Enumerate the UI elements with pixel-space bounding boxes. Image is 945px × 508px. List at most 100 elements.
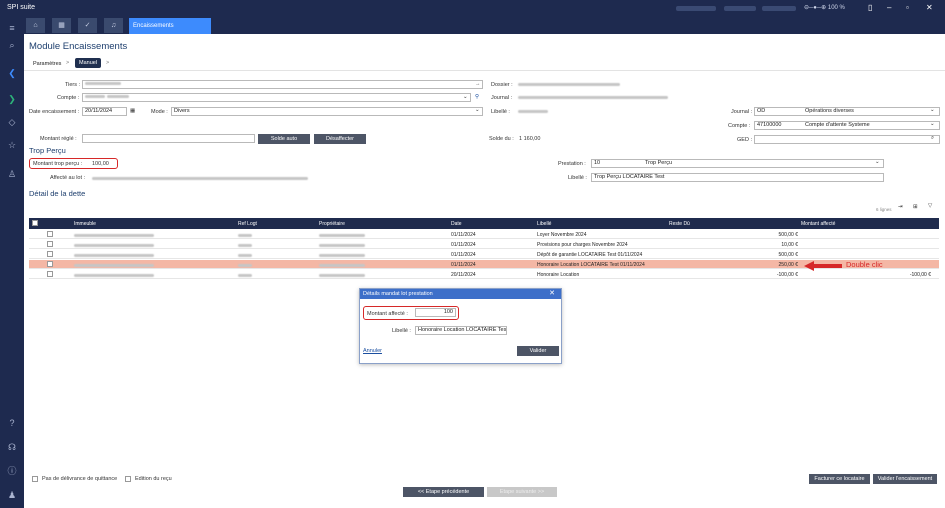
libelle-cell: Honoraire Location [537,272,580,278]
prev-step-button[interactable]: << Etape précédente [403,487,484,497]
col-proprietaire[interactable]: Propriétaire [319,221,345,227]
desaffecter-button[interactable]: Désaffecter [314,134,366,144]
dialog-title: Détails mandat lot prestation [360,289,561,299]
details-dialog: Détails mandat lot prestation ✕ Montant … [359,288,562,364]
help-icon[interactable]: ? [5,416,19,430]
quittance-checkbox[interactable] [32,476,38,482]
montant-regle-input[interactable] [82,134,255,143]
home-icon[interactable]: ⌂ [26,18,45,33]
compte2-label: Compte : [728,123,751,129]
double-click-annotation: Double clic [846,260,883,269]
close-icon[interactable]: ✕ [926,3,933,12]
ged-input[interactable] [754,135,940,144]
search-icon[interactable]: ⌕ [5,38,19,52]
facturer-button[interactable]: Facturer ce locataire [809,474,870,484]
tiers-field[interactable] [82,80,483,89]
annuler-link[interactable]: Annuler [363,348,382,354]
affecte-lot-label: Affecté au lot : [50,175,86,181]
close-icon[interactable]: ✕ [549,289,555,297]
next-step-button[interactable]: Etape suivante >> [487,487,557,497]
calendar-icon[interactable]: ▦ [130,108,135,114]
affecte-lot-value [92,176,308,182]
col-montant-affecte[interactable]: Montant affecté [801,221,835,227]
main-content: Module Encaissements Paramètres > Manuel… [24,34,945,508]
table-row[interactable]: 01/11/2024 Provisions pour charges Novem… [29,240,939,249]
info-icon[interactable]: ⓘ [5,464,19,478]
mode-select[interactable]: Divers [171,107,483,116]
row-checkbox[interactable] [47,231,53,237]
reste-cell: 500,00 € [778,232,798,238]
affecte-cell[interactable]: -100,00 € [910,272,931,278]
arrow-right-icon[interactable]: ❯ [5,92,19,106]
diamond-icon[interactable]: ◇ [5,115,19,129]
sidebar: ≡ ⌕ ❮ ❯ ◇ ☆ ♙ ? ☊ ⓘ ♟ [0,18,24,508]
col-libelle[interactable]: Libellé [537,221,551,227]
chevron-down-icon[interactable]: ⌄ [875,159,880,165]
menu-icon[interactable]: ≡ [5,21,19,35]
compte-select[interactable] [82,93,471,102]
col-reste-du[interactable]: Reste Dû [669,221,690,227]
compte2-select[interactable]: 47100000 Compte d'attente Systeme [754,121,940,130]
valider-encaissement-button[interactable]: Valider l'encaissement [873,474,937,484]
prestation-select[interactable]: 10 Trop Perçu [591,159,884,168]
chevron-down-icon[interactable]: ⌄ [930,121,935,127]
bell-icon[interactable]: ♫ [104,18,123,33]
recu-checkbox[interactable] [125,476,131,482]
page-title: Module Encaissements [29,41,128,52]
zoom-level[interactable]: ⊖─●─⊕ 100 % [804,4,845,11]
arrow-left-icon[interactable]: ❮ [5,66,19,80]
table-row[interactable]: 20/11/2024 Honoraire Location -100,00 € … [29,270,939,279]
document-icon[interactable]: ▯ [868,3,872,12]
step-parametres[interactable]: Paramètres [33,61,61,67]
valider-button[interactable]: Valider [517,346,559,356]
quittance-label: Pas de délivrance de quittance [42,476,118,482]
col-date[interactable]: Date [451,221,462,227]
libelle-dialog-label: Libellé : [392,328,411,334]
chevron-down-icon[interactable]: ⌄ [463,94,468,100]
columns-icon[interactable]: ⊞ [913,204,918,210]
select-all-checkbox[interactable] [32,220,38,226]
tab-encaissements[interactable]: Encaissements [129,18,211,34]
date-input[interactable]: 20/11/2024 [82,107,127,116]
trop-percu-title: Trop Perçu [29,146,66,155]
table-row[interactable]: 01/11/2024 Loyer Novembre 2024 500,00 € [29,230,939,239]
arrow-right-icon[interactable]: → [475,81,481,87]
libelle-dialog-input[interactable]: Honoraire Location LOCATAIRE Test [415,326,507,335]
libelle-label: Libellé : [491,109,510,115]
journal2-select[interactable]: OD Opérations diverses [754,107,940,116]
user-icon[interactable]: ♟ [5,488,19,502]
solde-auto-button[interactable]: Solde auto [258,134,310,144]
search-icon[interactable]: ⌕ [931,135,934,142]
row-checkbox[interactable] [47,271,53,277]
montant-affecte-input[interactable]: 100 [415,308,456,317]
table-row-selected[interactable]: 01/11/2024 Honoraire Location LOCATAIRE … [29,260,939,269]
export-icon[interactable]: ⇥ [898,204,903,210]
libelle-tp-input[interactable]: Trop Perçu LOCATAIRE Test [591,173,884,182]
blurred-info [762,6,796,11]
row-checkbox[interactable] [47,251,53,257]
col-ref-logt[interactable]: Ref Logt [238,221,257,227]
row-checkbox[interactable] [47,261,53,267]
row-count: 6 lignes [876,207,892,212]
notification-icon[interactable]: ♙ [5,167,19,181]
recu-label: Edition du reçu [135,476,172,482]
filter-icon[interactable]: ▽ [928,203,932,209]
col-immeuble[interactable]: Immeuble [74,221,96,227]
minimize-icon[interactable]: – [887,3,891,12]
arrow-left-icon [804,261,842,271]
check-icon[interactable]: ✓ [78,18,97,33]
calendar-icon[interactable]: ▦ [52,18,71,33]
star-icon[interactable]: ☆ [5,138,19,152]
solde-du-label: Solde du : [489,136,514,142]
reste-cell: 500,00 € [778,252,798,258]
step-manuel[interactable]: Manuel [75,58,102,68]
key-icon[interactable]: ⚲ [475,94,479,100]
date-cell: 01/11/2024 [451,232,476,238]
chevron-down-icon[interactable]: ⌄ [475,107,480,113]
breadcrumb-separator: > [66,60,70,66]
headset-icon[interactable]: ☊ [5,440,19,454]
maximize-icon[interactable]: ▫ [906,3,909,12]
row-checkbox[interactable] [47,241,53,247]
table-row[interactable]: 01/11/2024 Dépôt de garantie LOCATAIRE T… [29,250,939,259]
chevron-down-icon[interactable]: ⌄ [930,107,935,113]
